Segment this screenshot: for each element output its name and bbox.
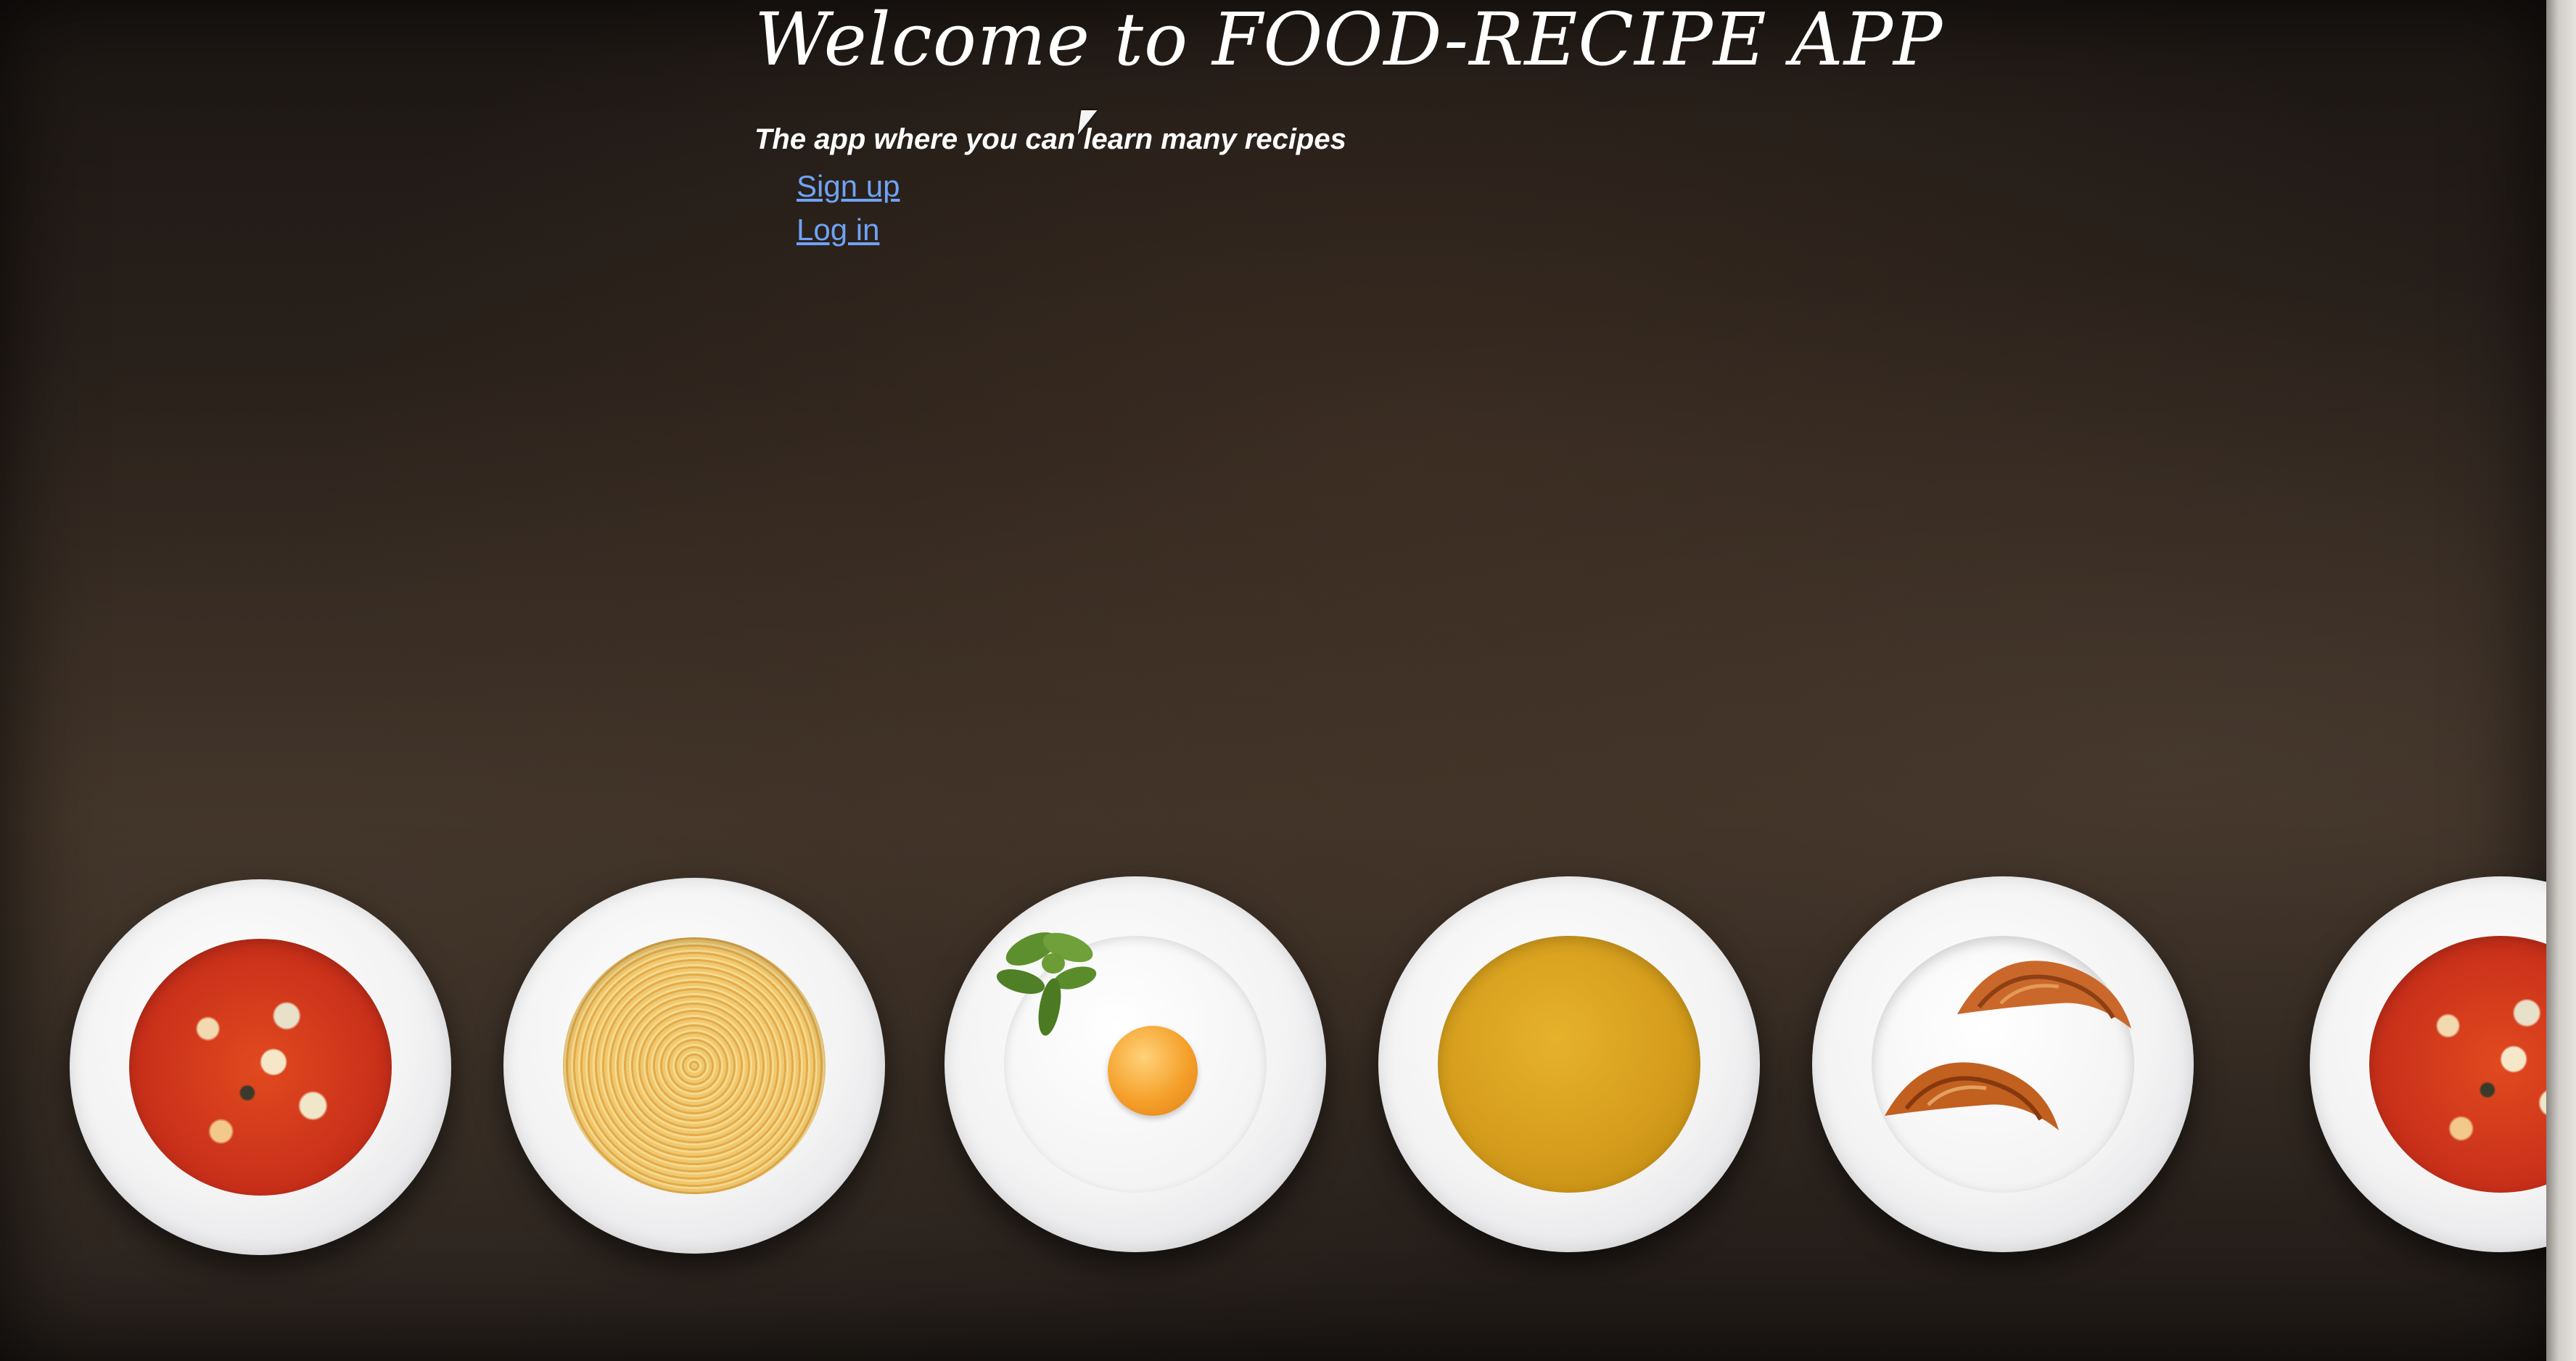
sign-up-link[interactable]: Sign up xyxy=(797,169,900,203)
plate-croissants xyxy=(1812,876,2194,1252)
auth-link-item: Sign up xyxy=(797,169,1988,213)
page-title: Welcome to FOOD-RECIPE APP xyxy=(754,0,1943,82)
spaghetti-image xyxy=(563,937,826,1194)
page-subtitle: The app where you can learn many recipes xyxy=(754,123,1346,155)
auth-link-item: Log in xyxy=(797,213,1988,256)
plate-vegetable-soup xyxy=(2310,876,2546,1252)
croissant-icon xyxy=(1957,961,2131,1029)
croissant-icon xyxy=(1885,1062,2059,1130)
plate-curry xyxy=(1378,876,1760,1252)
egg-yolk-image xyxy=(1108,1026,1198,1116)
app-screen: Welcome to FOOD-RECIPE APP The app where… xyxy=(0,0,2546,1361)
plate-spaghetti xyxy=(503,878,885,1254)
screen-bezel xyxy=(2546,0,2576,1361)
vegetable-soup-image xyxy=(129,939,392,1196)
log-in-link[interactable]: Log in xyxy=(797,213,879,247)
vegetable-soup-image xyxy=(2369,936,2546,1193)
auth-links: Sign up Log in xyxy=(797,169,1988,256)
food-plates-strip xyxy=(0,876,2546,1262)
plate-fried-egg xyxy=(945,876,1326,1252)
basil-leaf-icon xyxy=(996,932,1097,1036)
curry-image xyxy=(1438,936,1700,1193)
header: Welcome to FOOD-RECIPE APP The app where… xyxy=(754,0,1988,256)
plate-vegetable-soup xyxy=(70,879,451,1255)
